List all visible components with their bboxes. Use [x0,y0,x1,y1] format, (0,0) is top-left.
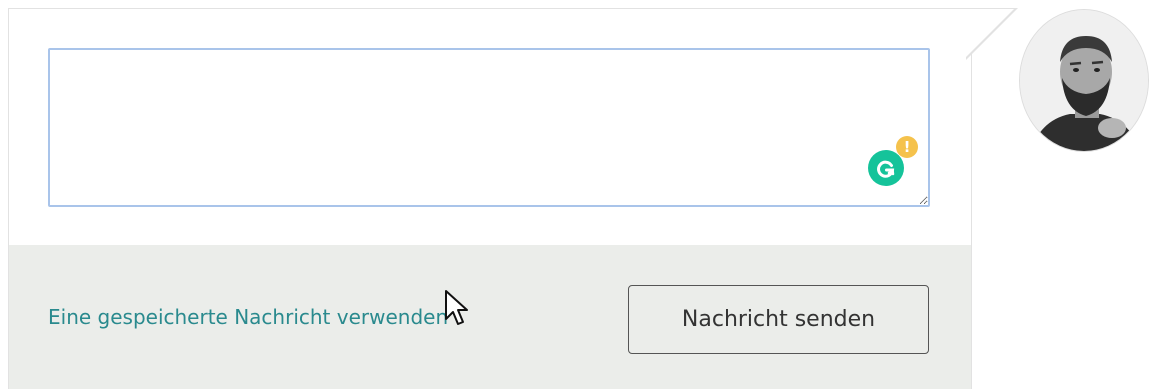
send-message-button[interactable]: Nachricht senden [628,285,929,354]
avatar-photo [1020,10,1148,151]
alert-badge-icon: ! [896,136,918,158]
bubble-tail-inner [964,9,1014,59]
grammarly-g-glyph [877,160,895,178]
use-saved-message-link[interactable]: Eine gespeicherte Nachricht verwenden [48,305,448,329]
message-composer: ! Eine gespeicherte Nachricht verwenden … [0,0,1159,389]
message-textarea[interactable] [48,48,930,207]
message-input-wrapper [48,48,930,207]
user-avatar[interactable] [1019,9,1149,152]
grammarly-icon[interactable] [868,150,904,186]
